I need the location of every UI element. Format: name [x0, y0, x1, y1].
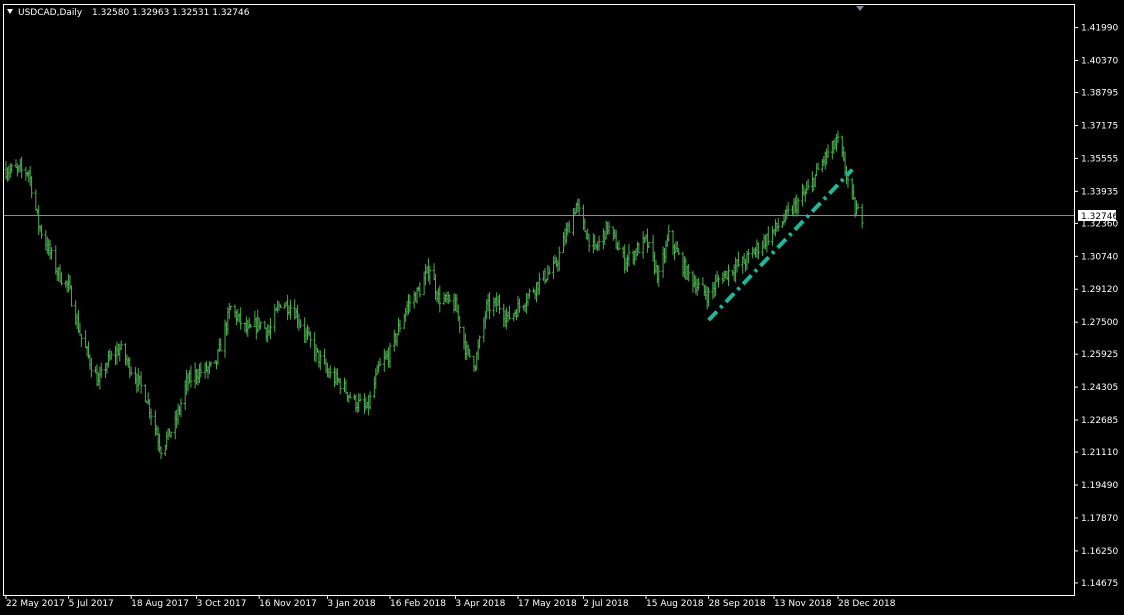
y-tick-label: 1.24305 — [1081, 383, 1118, 393]
y-tick-label: 1.40370 — [1081, 57, 1118, 67]
x-tick-label: 16 Nov 2017 — [259, 599, 317, 609]
x-tick-label: 28 Sep 2018 — [709, 599, 766, 609]
x-tick-label: 3 Oct 2017 — [197, 599, 247, 609]
y-tick-label: 1.37175 — [1081, 121, 1118, 131]
current-price-tag: 1.32746 — [1078, 210, 1118, 222]
y-tick-label: 1.14675 — [1081, 579, 1118, 589]
y-tick-label: 1.35555 — [1081, 154, 1118, 164]
y-tick-label: 1.22685 — [1081, 416, 1118, 426]
y-tick-label: 1.33935 — [1081, 187, 1118, 197]
x-tick-label: 15 Aug 2018 — [646, 599, 704, 609]
x-tick-label: 16 Feb 2018 — [390, 599, 446, 609]
symbol-label: USDCAD,Daily — [18, 8, 83, 18]
y-tick-label: 1.29120 — [1081, 285, 1118, 295]
y-tick-label: 1.25925 — [1081, 350, 1118, 360]
y-tick-label: 1.30740 — [1081, 252, 1118, 262]
y-tick-label: 1.27500 — [1081, 318, 1118, 328]
price-chart[interactable]: USDCAD,Daily 1.32580 1.32963 1.32531 1.3… — [0, 0, 1124, 615]
current-price-tag-label: 1.32746 — [1081, 212, 1118, 222]
y-tick-label: 1.17870 — [1081, 514, 1118, 524]
chart-window[interactable]: USDCAD,Daily 1.32580 1.32963 1.32531 1.3… — [0, 0, 1124, 615]
x-tick-label: 13 Nov 2018 — [774, 599, 832, 609]
y-tick-label: 1.16250 — [1081, 547, 1118, 557]
x-tick-label: 17 May 2018 — [518, 599, 577, 609]
x-tick-label: 18 Aug 2017 — [131, 599, 189, 609]
y-tick-label: 1.38795 — [1081, 89, 1118, 99]
y-tick-label: 1.21110 — [1081, 448, 1118, 458]
x-tick-label: 3 Apr 2018 — [455, 599, 505, 609]
y-tick-label: 1.19490 — [1081, 481, 1118, 491]
x-tick-label: 22 May 2017 — [6, 599, 65, 609]
x-tick-label: 3 Jan 2018 — [327, 599, 375, 609]
x-axis: 22 May 2017 5 Jul 2017 18 Aug 2017 3 Oct 20… — [5, 595, 896, 609]
ohlc-values: 1.32580 1.32963 1.32531 1.32746 — [92, 8, 250, 18]
x-tick-label: 28 Dec 2018 — [838, 599, 896, 609]
y-axis: 1.41990 1.40370 1.38795 1.37175 1.35555 1.339… — [1074, 24, 1118, 589]
y-tick-label: 1.41990 — [1081, 24, 1118, 34]
plot-area[interactable] — [3, 4, 1075, 596]
x-tick-label: 2 Jul 2018 — [583, 599, 628, 609]
x-tick-label: 5 Jul 2017 — [69, 599, 114, 609]
